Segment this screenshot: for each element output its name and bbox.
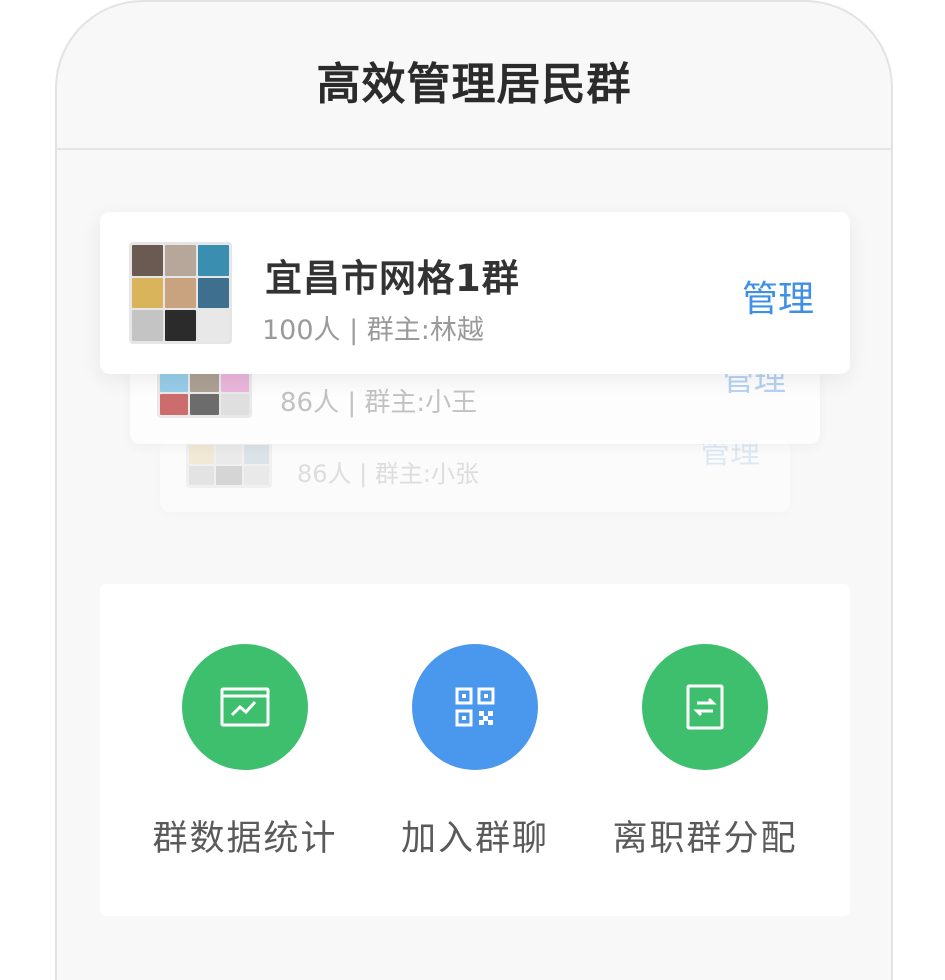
action-label: 群数据统计 — [152, 819, 338, 859]
group-name: 宜昌市网格1群 — [265, 257, 520, 300]
group-card-1[interactable]: 宜昌市网格1群 100人 | 群主:林越 管理 — [100, 212, 850, 374]
header: 高效管理居民群 — [57, 2, 891, 150]
action-label: 离职群分配 — [612, 819, 798, 859]
action-label: 加入群聊 — [400, 819, 549, 859]
actions-panel: 群数据统计 加入群聊 离职群分配 — [100, 584, 850, 916]
chart-icon — [182, 644, 308, 770]
transfer-icon — [642, 644, 768, 770]
manage-button[interactable]: 管理 — [742, 270, 814, 322]
group-card-2[interactable]: 86人 | 群主:小王 管理 — [130, 366, 820, 444]
page-title: 高效管理居民群 — [316, 59, 632, 110]
resign-group-assign-button[interactable]: 离职群分配 — [595, 644, 815, 861]
group-card-3[interactable]: 86人 | 群主:小张 管理 — [160, 440, 790, 512]
group-meta: 100人 | 群主:林越 — [262, 315, 484, 346]
group-meta: 86人 | 群主:小张 — [297, 460, 479, 488]
group-stats-button[interactable]: 群数据统计 — [135, 644, 355, 861]
qr-code-icon — [412, 644, 538, 770]
group-avatar — [186, 442, 272, 488]
group-avatar — [129, 242, 232, 344]
group-avatar — [157, 368, 252, 418]
phone-frame: 高效管理居民群 86人 | 群主:小张 管理 86人 | 群主:小王 管理 宜昌… — [55, 0, 893, 980]
join-group-button[interactable]: 加入群聊 — [365, 644, 585, 861]
group-meta: 86人 | 群主:小王 — [280, 388, 478, 418]
